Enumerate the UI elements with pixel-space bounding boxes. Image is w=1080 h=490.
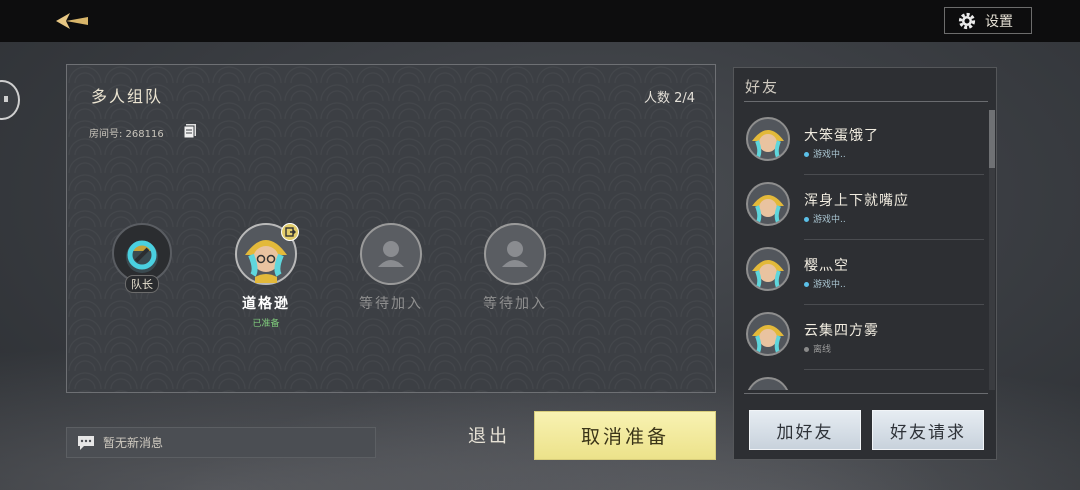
friend-item[interactable]: 浑身上下就嘴应 游戏中.. (744, 175, 984, 240)
friend-item[interactable]: 大笨蛋饿了 游戏中.. (744, 110, 984, 175)
friend-name: 浑身上下就嘴应 (804, 193, 909, 209)
message-bar[interactable]: 暂无新消息 (66, 427, 376, 458)
friend-item[interactable] (744, 370, 984, 390)
avatar (746, 312, 790, 356)
friend-status: 游戏中.. (804, 147, 846, 160)
friend-name: 大笨蛋饿了 (804, 128, 879, 144)
member-count: 人数 2/4 (643, 91, 695, 106)
page-title: 多人组队 (91, 87, 164, 106)
room-number: 房间号: 268116 (89, 129, 164, 140)
waiting-label: 等待加入 (359, 296, 423, 312)
exit-icon[interactable] (281, 223, 299, 241)
user-silhouette-icon (378, 241, 404, 267)
friends-panel: 好友 大笨蛋饿了 游戏中.. 浑身上下就嘴应 游戏中.. 樱灬空 游戏中.. 云… (733, 67, 997, 460)
ready-status: 已准备 (252, 319, 280, 329)
friend-name: 樱灬空 (804, 258, 849, 274)
avatar: 队长 (112, 223, 172, 293)
leader-tag: 队长 (125, 275, 159, 293)
team-slot-member[interactable]: 道格逊 已准备 (226, 223, 306, 329)
friend-request-button[interactable]: 好友请求 (872, 410, 984, 450)
side-chat-button[interactable] (0, 80, 20, 120)
chat-icon (4, 96, 8, 102)
divider (744, 393, 988, 394)
top-bar: 设置 (0, 0, 1080, 42)
friend-status: 离线 (804, 342, 831, 355)
message-icon (78, 435, 94, 450)
team-slot-empty[interactable]: 等待加入 (475, 223, 555, 313)
avatar (746, 247, 790, 291)
member-name: 道格逊 (242, 296, 290, 312)
settings-button[interactable]: 设置 (944, 7, 1032, 34)
cancel-ready-button[interactable]: 取消准备 (534, 411, 716, 460)
add-friend-button[interactable]: 加好友 (749, 410, 861, 450)
team-slot-empty[interactable]: 等待加入 (351, 223, 431, 313)
quit-button[interactable]: 退出 (468, 422, 520, 452)
friend-item[interactable]: 樱灬空 游戏中.. (744, 240, 984, 305)
avatar (746, 377, 790, 390)
friend-status: 游戏中.. (804, 212, 846, 225)
team-panel: 多人组队 人数 2/4 房间号: 268116 队长 道格逊 已准备 等待加入 … (66, 64, 716, 393)
back-button[interactable] (52, 8, 92, 34)
friend-status: 游戏中.. (804, 277, 846, 290)
team-slot-leader[interactable]: 队长 (102, 223, 182, 293)
friend-item[interactable]: 云集四方雾 离线 (744, 305, 984, 370)
friend-name: 云集四方雾 (804, 323, 879, 339)
back-arrow-icon (56, 13, 88, 29)
waiting-label: 等待加入 (483, 296, 547, 312)
avatar (746, 117, 790, 161)
divider (744, 101, 988, 102)
scroll-thumb[interactable] (989, 110, 995, 168)
message-text: 暂无新消息 (103, 436, 164, 450)
settings-label: 设置 (985, 13, 1013, 30)
friend-list[interactable]: 大笨蛋饿了 游戏中.. 浑身上下就嘴应 游戏中.. 樱灬空 游戏中.. 云集四方… (734, 110, 996, 390)
user-silhouette-icon (502, 241, 528, 267)
gear-icon (958, 12, 976, 29)
friends-scrollbar[interactable] (989, 110, 995, 390)
empty-avatar (360, 223, 422, 285)
copy-icon[interactable] (183, 123, 197, 139)
friends-title: 好友 (745, 78, 780, 96)
avatar (746, 182, 790, 226)
avatar (235, 223, 299, 285)
empty-avatar (484, 223, 546, 285)
